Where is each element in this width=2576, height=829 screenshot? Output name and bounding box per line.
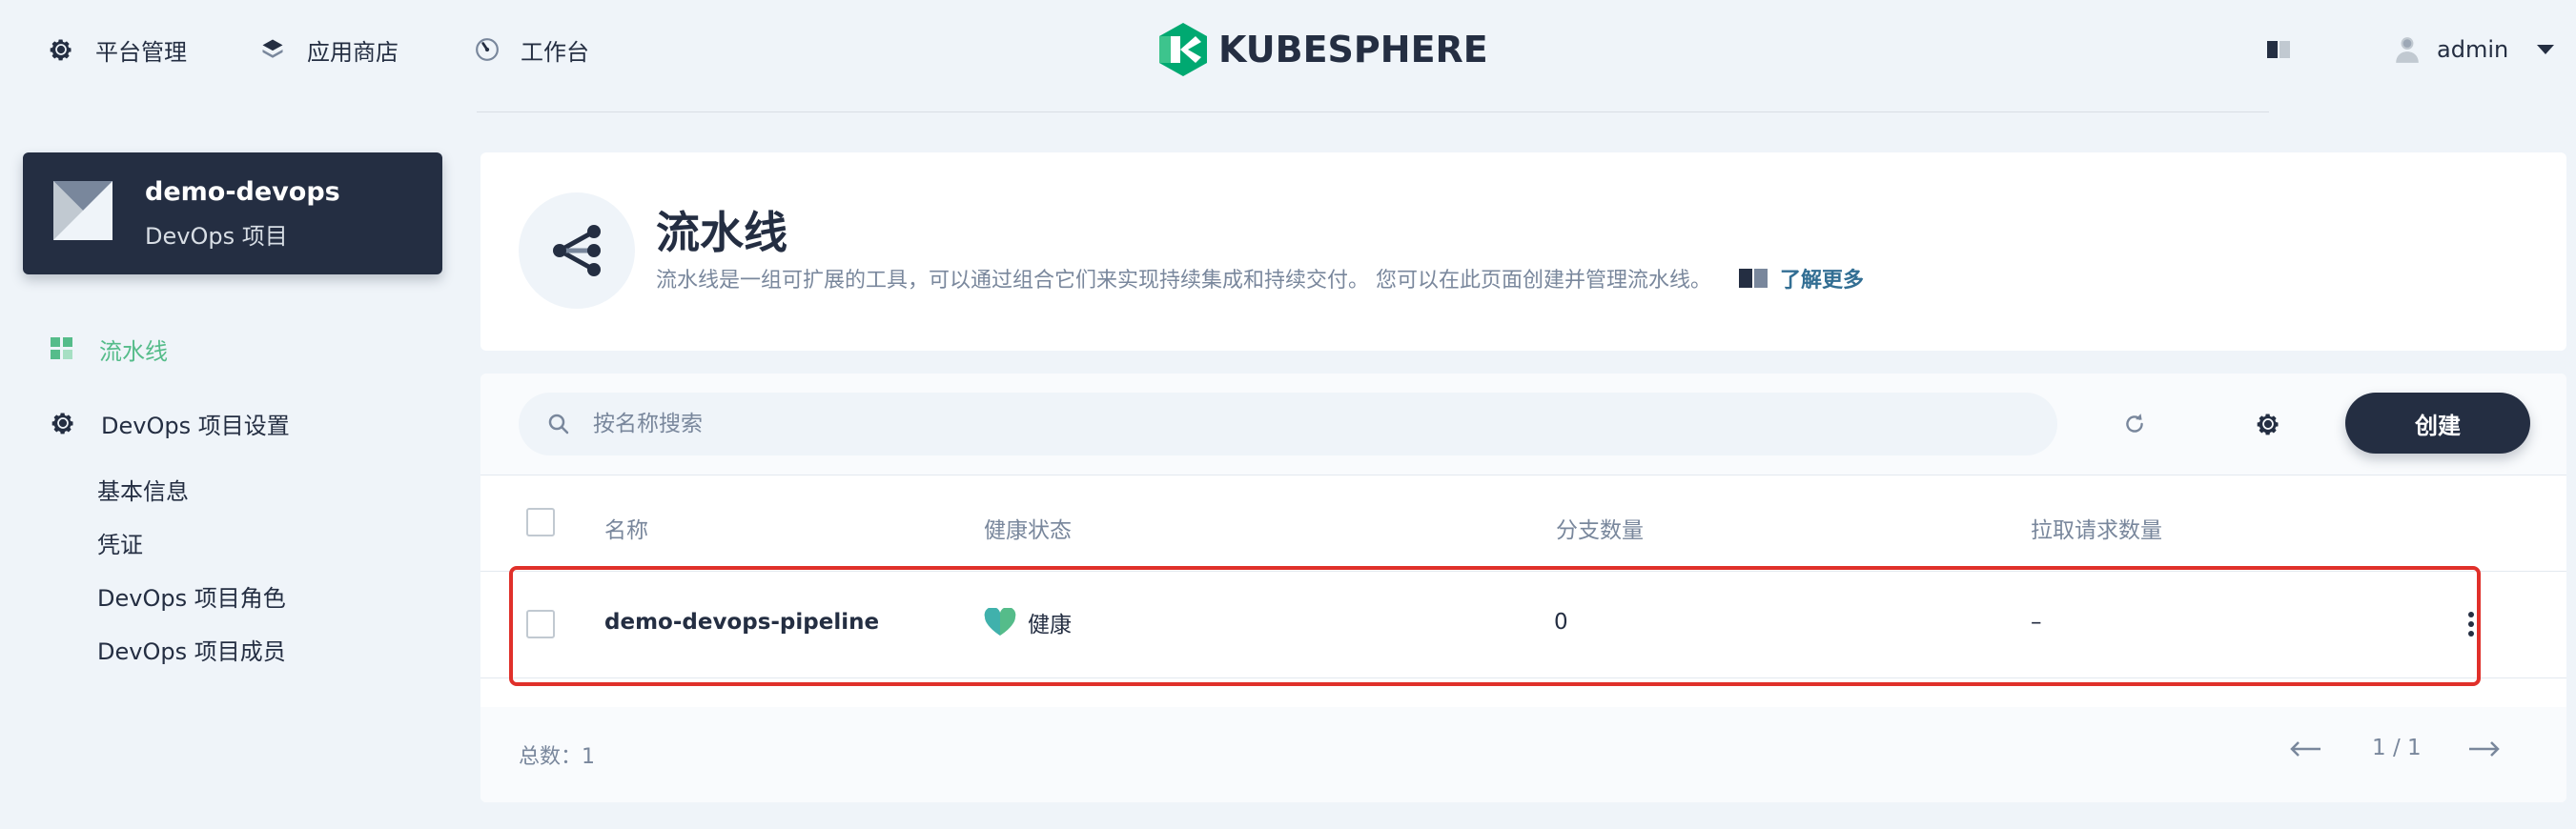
- refresh-icon: [2126, 414, 2143, 433]
- gear-icon: [51, 413, 73, 435]
- select-all-checkbox[interactable]: [526, 508, 555, 536]
- sidebar-subitem-credentials[interactable]: 凭证: [97, 526, 143, 559]
- page-indicator: 1 / 1: [2372, 736, 2422, 760]
- nav-workbench[interactable]: 工作台: [475, 29, 589, 71]
- devops-project-icon: [53, 181, 112, 240]
- book-icon: [2267, 41, 2290, 58]
- nav-workbench-label: 工作台: [521, 38, 589, 66]
- search-bar[interactable]: [519, 393, 2057, 455]
- sidebar-item-label: DevOps 项目设置: [101, 412, 290, 439]
- page-description: 流水线是一组可扩展的工具，可以通过组合它们来实现持续集成和持续交付。 您可以在此…: [656, 269, 1711, 293]
- docs-icon-button[interactable]: [2265, 38, 2292, 65]
- user-name: admin: [2437, 36, 2509, 63]
- logo-text: KUBESPHERE: [1218, 29, 1488, 71]
- chevron-down-icon: [2537, 45, 2555, 54]
- total-count: 总数：1: [519, 745, 595, 769]
- project-card[interactable]: demo-devops DevOps 项目: [23, 152, 442, 274]
- sidebar-item-devops-settings[interactable]: DevOps 项目设置: [50, 404, 290, 442]
- column-header-branches[interactable]: 分支数量: [1556, 512, 1644, 544]
- nav-app-store[interactable]: 应用商店: [259, 29, 399, 71]
- nav-platform-management[interactable]: 平台管理: [48, 29, 187, 71]
- dashboard-icon: [476, 38, 499, 61]
- pipeline-share-icon: [553, 225, 601, 276]
- sidebar-subitem-project-roles[interactable]: DevOps 项目角色: [97, 579, 286, 613]
- search-icon: [548, 414, 569, 435]
- kubesphere-logo[interactable]: KUBESPHERE: [1157, 21, 1488, 78]
- sidebar-subitem-basic-info[interactable]: 基本信息: [97, 473, 189, 506]
- nav-platform-label: 平台管理: [95, 38, 187, 66]
- sidebar-item-label: 流水线: [99, 337, 168, 365]
- project-name: demo-devops: [145, 177, 340, 207]
- next-page-button[interactable]: [2467, 739, 2502, 764]
- user-avatar-icon: [2396, 37, 2419, 63]
- page-title: 流水线: [656, 207, 787, 258]
- column-header-health[interactable]: 健康状态: [984, 512, 1072, 544]
- page-banner: 流水线 流水线是一组可扩展的工具，可以通过组合它们来实现持续集成和持续交付。 您…: [480, 152, 2566, 351]
- highlight-annotation: [509, 566, 2481, 686]
- page-description-row: 流水线是一组可扩展的工具，可以通过组合它们来实现持续集成和持续交付。 您可以在此…: [656, 263, 1864, 293]
- table-settings-button[interactable]: [2246, 402, 2290, 446]
- pipeline-grid-icon: [51, 337, 72, 359]
- table-header: 名称 健康状态 分支数量 拉取请求数量: [480, 475, 2566, 572]
- create-button[interactable]: 创建: [2345, 393, 2530, 454]
- column-header-pull-requests[interactable]: 拉取请求数量: [2031, 512, 2162, 544]
- learn-more-label: 了解更多: [1780, 269, 1865, 293]
- column-header-name[interactable]: 名称: [604, 512, 648, 544]
- sidebar-subitem-project-members[interactable]: DevOps 项目成员: [97, 633, 286, 666]
- book-icon: [1739, 269, 1768, 288]
- top-navigation: 平台管理 应用商店 工作台 KUBESPHERE admin: [0, 0, 2576, 112]
- project-type: DevOps 项目: [145, 223, 288, 250]
- kubesphere-logo-icon: [1159, 23, 1207, 76]
- topbar-divider: [477, 111, 2269, 112]
- arrow-left-icon: [2290, 741, 2320, 757]
- layers-icon: [262, 39, 283, 58]
- refresh-button[interactable]: [2113, 402, 2157, 446]
- gear-icon: [50, 39, 72, 61]
- sidebar-item-pipelines[interactable]: 流水线: [50, 330, 168, 368]
- table-toolbar: 创建: [480, 374, 2566, 475]
- learn-more-link[interactable]: 了解更多: [1738, 263, 1864, 293]
- gear-icon: [2257, 414, 2279, 435]
- table-footer: 总数：1 1 / 1: [480, 707, 2566, 802]
- prev-page-button[interactable]: [2288, 739, 2322, 764]
- nav-appstore-label: 应用商店: [307, 38, 399, 66]
- search-input[interactable]: [593, 412, 1928, 436]
- arrow-right-icon: [2469, 741, 2500, 757]
- pipeline-banner-icon: [519, 192, 635, 309]
- user-menu[interactable]: admin: [2395, 30, 2555, 69]
